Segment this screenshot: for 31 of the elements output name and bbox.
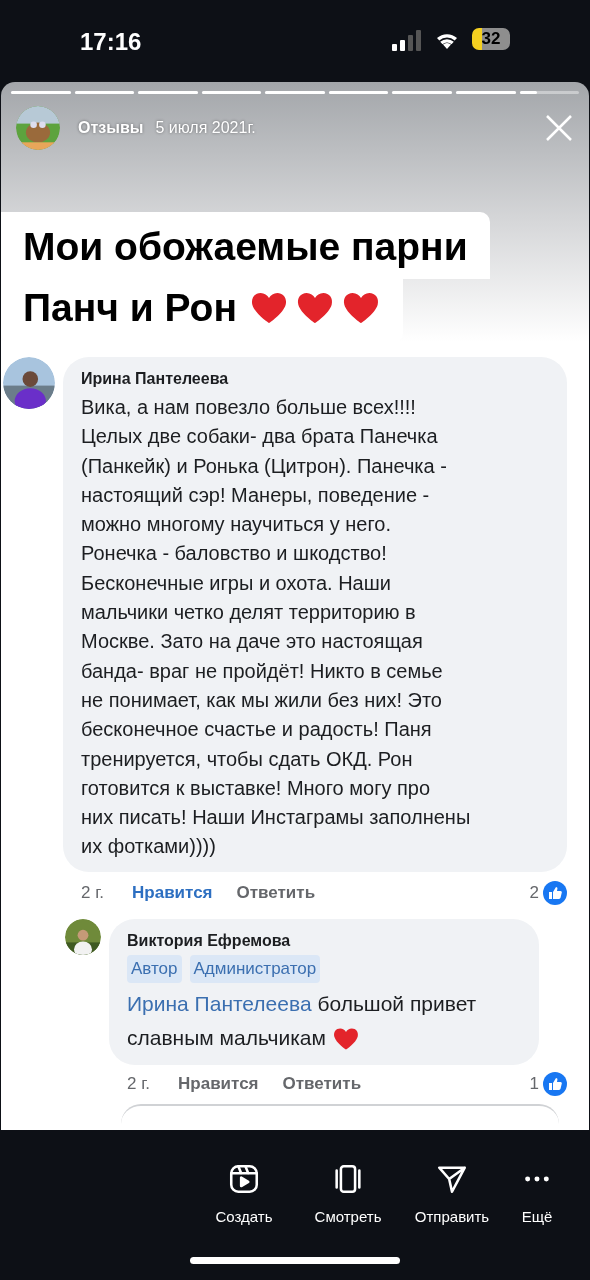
like-icon xyxy=(543,1071,567,1096)
reply-link[interactable]: Ответить xyxy=(236,879,316,906)
reply-author[interactable]: Виктория Ефремова xyxy=(127,929,527,954)
close-icon xyxy=(544,113,574,143)
like-count: 1 xyxy=(529,1072,539,1095)
like-count: 2 xyxy=(529,881,539,904)
status-time: 17:16 xyxy=(80,27,142,57)
role-badge: Администратор xyxy=(189,955,321,983)
story-action-button[interactable]: Отправить xyxy=(400,1162,504,1229)
story-action-button[interactable]: Создать xyxy=(192,1162,296,1229)
like-link[interactable]: Нравится xyxy=(132,879,213,906)
reply-text: Ирина Пантелеева большой привет славным мальчикам xyxy=(127,986,527,1055)
reels-icon xyxy=(227,1162,261,1196)
comment-age: 2 г. xyxy=(127,1072,151,1095)
mention-link[interactable]: Ирина Пантелеева xyxy=(127,991,312,1015)
signal-icon xyxy=(392,30,422,52)
comment-age: 2 г. xyxy=(81,881,105,904)
role-badge: Автор xyxy=(127,955,182,983)
headline-text: Панч и Рон xyxy=(23,284,237,331)
more-icon xyxy=(523,1176,551,1182)
story-action-button[interactable]: Смотреть xyxy=(296,1162,400,1229)
headline-text: Мои обожаемые парни xyxy=(23,225,468,268)
reply-link[interactable]: Ответить xyxy=(282,1070,362,1097)
story-date: 5 июля 2021г. xyxy=(155,118,256,138)
story-action-button[interactable]: Ещё xyxy=(504,1162,570,1229)
comment-text: Вика, а нам повезло больше всех!!!! Целых две собаки- два брата Панечка (Панкейк) и Ронька (Цитрон). Панечка - настоящий сэр! Манеры, поведение - можно многому научиться у него. Ронечка - баловство и шкодство! Бесконечные игры и охота. Наши мальчики четко делят территорию в Москве. Зато на даче это настоящая банда- враг не пройдёт! Никто в семье не понимает, как мы жили без них! Это бесконечное счастье и радость! Паня тренируется, чтобы сдать ОКД. Рон готовится к выставке! Много могу про них писать! Наши Инстаграмы заполнены их фотками)))) xyxy=(81,395,472,860)
like-icon xyxy=(543,880,567,905)
close-button[interactable] xyxy=(544,113,574,143)
like-link[interactable]: Нравится xyxy=(178,1070,259,1097)
comment-author[interactable]: Ирина Пантелеева xyxy=(81,367,557,391)
battery-indicator: 32 xyxy=(472,28,510,50)
